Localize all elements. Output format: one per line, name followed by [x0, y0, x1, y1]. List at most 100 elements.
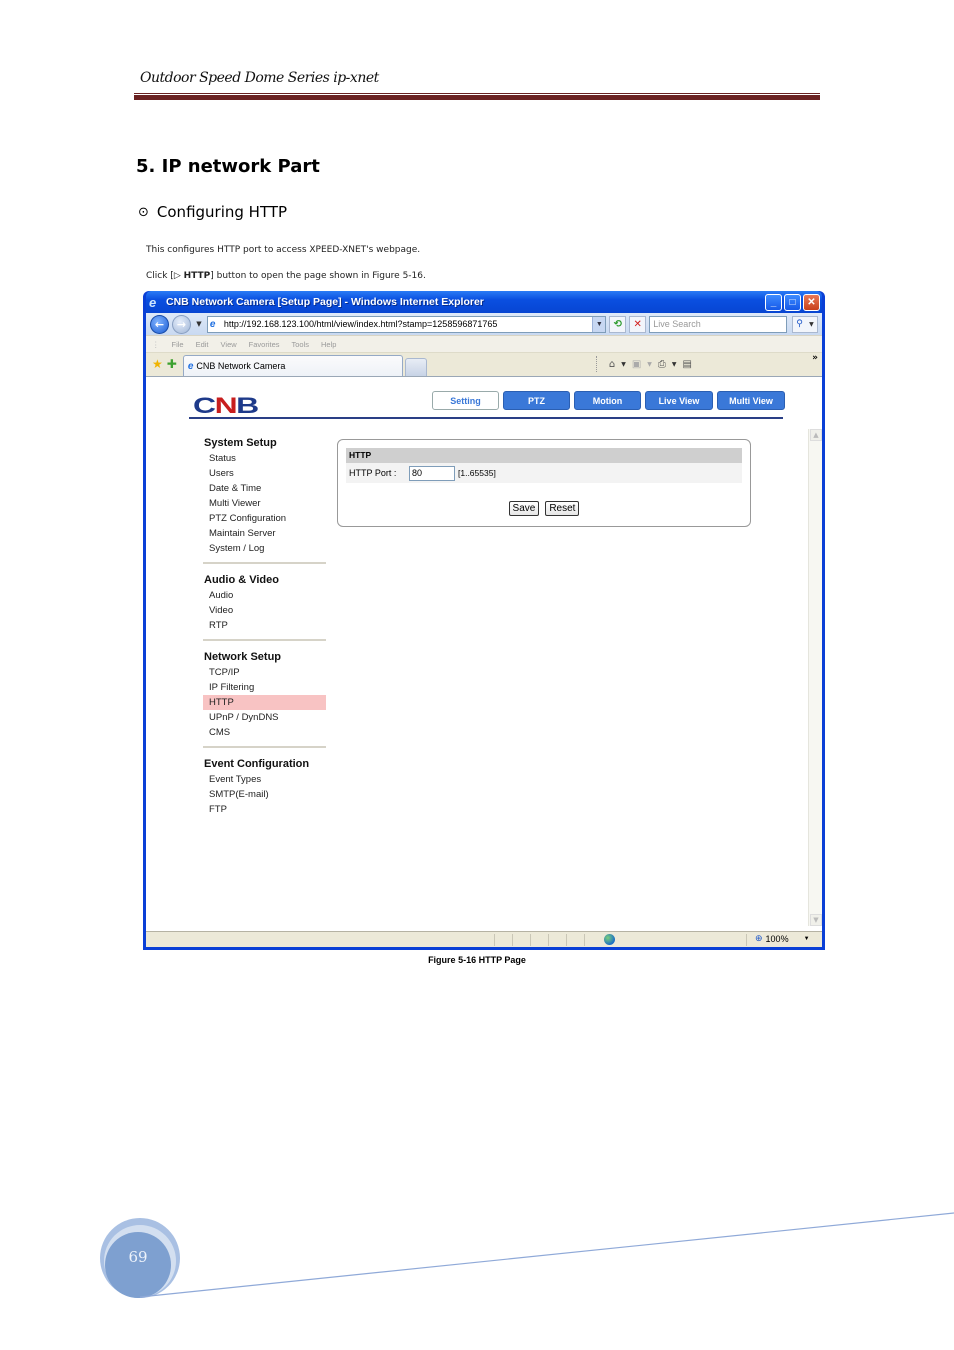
cnb-logo: CNB [193, 393, 259, 419]
page-icon: e [209, 318, 216, 330]
menu-group-title: Network Setup [204, 651, 282, 663]
star-icon[interactable]: ★ [152, 357, 163, 371]
subsection-heading: ⊙ Configuring HTTP [138, 203, 287, 221]
menu-favorites[interactable]: Favorites [249, 340, 280, 349]
magnifier-icon: ⊕ [755, 933, 763, 943]
instruction-paragraph: Click [▷ HTTP] button to open the page s… [146, 271, 426, 281]
status-divider [494, 934, 495, 946]
rss-dropdown-icon[interactable]: ▼ [647, 361, 652, 368]
url-input[interactable]: e http://192.168.123.100/html/view/index… [206, 315, 607, 333]
http-port-row: HTTP Port : [1..65535] [346, 463, 742, 483]
sidebar-item-smtp[interactable]: SMTP(E-mail) [203, 787, 326, 802]
menu-edit[interactable]: Edit [196, 340, 209, 349]
nav-live-view-button[interactable]: Live View [645, 391, 713, 410]
http-port-label: HTTP Port : [349, 468, 397, 478]
nav-ptz-button[interactable]: PTZ [503, 391, 570, 410]
close-icon[interactable]: ✕ [803, 293, 820, 311]
search-button[interactable]: ⚲ ▼ [792, 315, 818, 333]
sidebar-item-maintain-server[interactable]: Maintain Server [203, 526, 326, 541]
status-divider [746, 934, 747, 946]
sidebar-item-multi-viewer[interactable]: Multi Viewer [203, 496, 326, 511]
new-tab-button[interactable] [404, 358, 427, 376]
sidebar-item-tcp-ip[interactable]: TCP/IP [203, 665, 326, 680]
footer-line [139, 1212, 954, 1298]
sidebar-item-ip-filtering[interactable]: IP Filtering [203, 680, 326, 695]
nav-multi-view-button[interactable]: Multi View [717, 391, 785, 410]
refresh-icon[interactable]: ⟲ [609, 315, 627, 333]
menu-tools[interactable]: Tools [292, 340, 310, 349]
history-dropdown-icon[interactable]: ▼ [194, 320, 204, 328]
menu-bar: ⋮ File Edit View Favorites Tools Help [146, 335, 822, 352]
sidebar-item-http[interactable]: HTTP [203, 695, 326, 710]
header-rule-thick [134, 95, 820, 100]
back-arrow-icon[interactable]: ← [150, 314, 169, 334]
logo-letter-n: N [214, 393, 238, 418]
browser-tab-active[interactable]: e CNB Network Camera [182, 355, 403, 376]
sidebar-item-ptz-configuration[interactable]: PTZ Configuration [203, 511, 326, 526]
menu-file[interactable]: File [172, 340, 184, 349]
menu-group-title: System Setup [204, 437, 277, 449]
panel-header: HTTP [346, 448, 742, 463]
home-dropdown-icon[interactable]: ▼ [621, 361, 626, 368]
zoom-dropdown-icon[interactable]: ▼ [804, 936, 810, 942]
minimize-icon[interactable]: _ [765, 293, 782, 311]
chevron-down-icon[interactable]: ▼ [592, 316, 606, 332]
print-dropdown-icon[interactable]: ▼ [672, 361, 677, 368]
sidebar-item-ftp[interactable]: FTP [203, 802, 326, 817]
search-input[interactable]: Live Search [649, 315, 788, 333]
window-title: CNB Network Camera [Setup Page] - Window… [166, 296, 484, 308]
instruction-suffix: ] button to open the page shown in Figur… [210, 271, 426, 281]
sidebar-item-date-time[interactable]: Date & Time [203, 481, 326, 496]
subsection-title: Configuring HTTP [156, 203, 288, 221]
sidebar-item-users[interactable]: Users [203, 466, 326, 481]
search-placeholder: Live Search [653, 319, 701, 329]
menu-help[interactable]: Help [321, 340, 336, 349]
figure-caption: Figure 5-16 HTTP Page [428, 955, 526, 965]
maximize-icon[interactable]: □ [784, 293, 801, 311]
menu-group-network-setup: Network Setup TCP/IP IP Filtering HTTP U… [203, 649, 326, 748]
status-divider [566, 934, 567, 946]
status-divider [530, 934, 531, 946]
status-divider [584, 934, 585, 946]
menu-view[interactable]: View [221, 340, 237, 349]
circle-bullet-icon: ⊙ [138, 204, 149, 220]
toolbar-grip: ⋮ [152, 339, 160, 349]
http-port-input[interactable] [409, 465, 455, 481]
scroll-down-icon[interactable]: ▼ [810, 914, 822, 926]
menu-group-event-configuration: Event Configuration Event Types SMTP(E-m… [203, 756, 326, 817]
print-icon[interactable]: ⎙ [658, 359, 666, 370]
vertical-scrollbar[interactable]: ▲ ▼ [808, 429, 822, 926]
chevron-down-icon: ▼ [809, 320, 814, 328]
section-title: 5. IP network Part [136, 156, 320, 177]
menu-group-title: Event Configuration [204, 758, 310, 770]
browser-titlebar: e CNB Network Camera [Setup Page] - Wind… [146, 291, 822, 313]
reset-button[interactable]: Reset [545, 501, 580, 516]
rss-icon[interactable]: ▣ [632, 359, 641, 370]
sidebar: System Setup Status Users Date & Time Mu… [203, 435, 326, 825]
menu-divider [203, 562, 326, 564]
nav-motion-button[interactable]: Motion [574, 391, 641, 410]
url-text: http://192.168.123.100/html/view/index.h… [223, 319, 498, 329]
page-icon[interactable]: ▤ [683, 359, 692, 370]
zoom-control[interactable]: ⊕ 100% ▼ [755, 933, 810, 944]
top-navigation: Setting PTZ Motion Live View Multi View [432, 391, 785, 410]
add-favorite-icon[interactable]: ✚ [167, 357, 177, 371]
sidebar-item-cms[interactable]: CMS [203, 725, 326, 740]
sidebar-item-audio[interactable]: Audio [203, 588, 326, 603]
save-button[interactable]: Save [508, 501, 540, 516]
sidebar-item-upnp-dyndns[interactable]: UPnP / DynDNS [203, 710, 326, 725]
sidebar-item-system-log[interactable]: System / Log [203, 541, 326, 556]
forward-arrow-icon[interactable]: → [171, 314, 191, 334]
nav-setting-button[interactable]: Setting [432, 391, 499, 410]
scroll-up-icon[interactable]: ▲ [810, 429, 822, 441]
sidebar-item-video[interactable]: Video [203, 603, 326, 618]
home-icon[interactable]: ⌂ [609, 359, 615, 370]
sidebar-item-rtp[interactable]: RTP [203, 618, 326, 633]
sidebar-item-event-types[interactable]: Event Types [203, 772, 326, 787]
more-chevron-icon[interactable]: » [812, 353, 818, 363]
document-header-title: Outdoor Speed Dome Series ip-xnet [140, 70, 379, 86]
ie-logo-icon: e [149, 295, 157, 310]
search-icon: ⚲ [796, 319, 803, 329]
stop-icon[interactable]: ✕ [629, 315, 647, 333]
sidebar-item-status[interactable]: Status [203, 451, 326, 466]
